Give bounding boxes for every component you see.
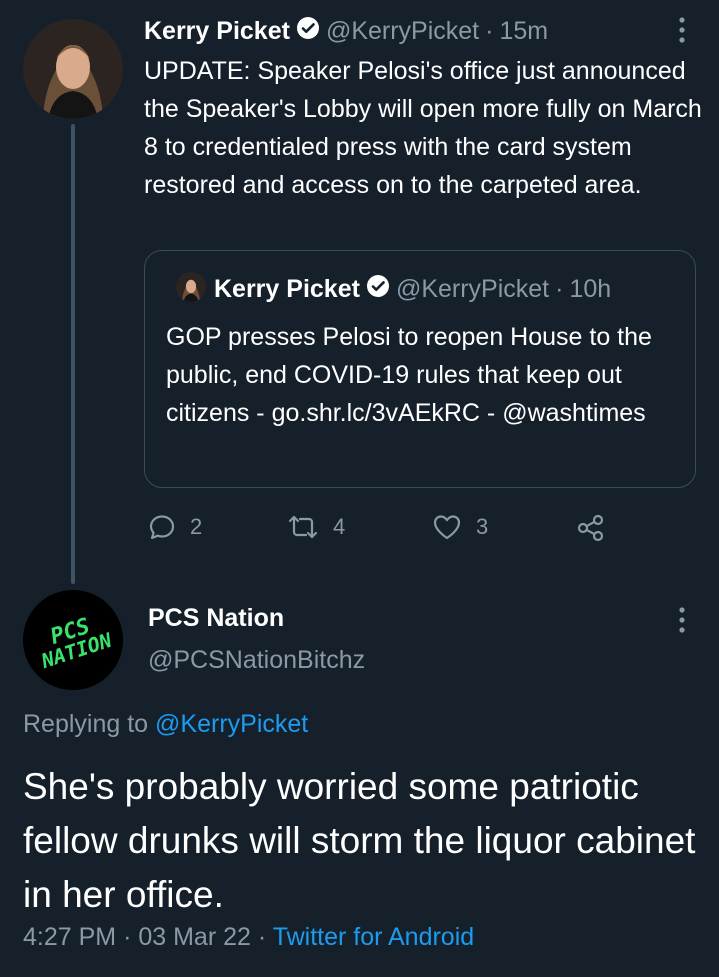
replying-prefix: Replying to (23, 710, 149, 738)
more-options-icon[interactable] (668, 604, 696, 636)
retweet-icon (287, 513, 319, 541)
author-name[interactable]: PCS Nation (148, 604, 284, 633)
verified-badge-icon (366, 274, 390, 305)
tweet-meta: 4:27 PM · 03 Mar 22 · Twitter for Androi… (23, 923, 474, 952)
pcs-nation-logo: PCS NATION (23, 590, 123, 690)
tweet-header: Kerry Picket @KerryPicket · 15m (144, 16, 548, 47)
tweet-time[interactable]: 4:27 PM (23, 923, 116, 951)
share-icon (576, 513, 606, 543)
share-button[interactable] (576, 513, 606, 543)
reply-button[interactable]: 2 (148, 513, 202, 541)
like-count: 3 (476, 514, 489, 539)
author-handle[interactable]: @PCSNationBitchz (148, 646, 365, 675)
reply-icon (148, 513, 176, 541)
tweet-source-link[interactable]: Twitter for Android (273, 923, 474, 951)
tweet-text: She's probably worried some patriotic fe… (23, 766, 696, 915)
quoted-avatar (176, 272, 206, 302)
quoted-tweet-text: GOP presses Pelosi to reopen House to th… (166, 323, 652, 427)
thread-line (71, 124, 75, 584)
replying-to: Replying to @KerryPicket (23, 710, 308, 739)
retweet-button[interactable]: 4 (287, 513, 345, 541)
replying-handle-link[interactable]: @KerryPicket (155, 710, 308, 738)
heart-icon (432, 513, 462, 541)
verified-badge-icon (296, 16, 320, 47)
separator: · (485, 17, 494, 45)
quoted-author-handle: @KerryPicket (395, 275, 550, 303)
timestamp[interactable]: 15m (499, 17, 548, 46)
separator: · (257, 923, 267, 951)
tweet-date[interactable]: 03 Mar 22 (138, 923, 251, 951)
quoted-timestamp: 10h (569, 275, 612, 303)
author-name[interactable]: Kerry Picket (144, 17, 290, 46)
author-handle[interactable]: @KerryPicket (326, 17, 479, 46)
tweet-text: UPDATE: Speaker Pelosi's office just ann… (144, 57, 702, 199)
separator: · (555, 275, 564, 303)
separator: · (123, 923, 132, 951)
more-options-icon[interactable] (668, 14, 696, 46)
quoted-header: Kerry Picket @KerryPicket · 10h (214, 274, 611, 305)
like-button[interactable]: 3 (432, 513, 488, 541)
avatar[interactable]: PCS NATION (23, 590, 123, 690)
avatar[interactable] (23, 19, 123, 119)
reply-count: 2 (190, 514, 203, 539)
retweet-count: 4 (333, 514, 346, 539)
quoted-author-name: Kerry Picket (214, 275, 360, 303)
